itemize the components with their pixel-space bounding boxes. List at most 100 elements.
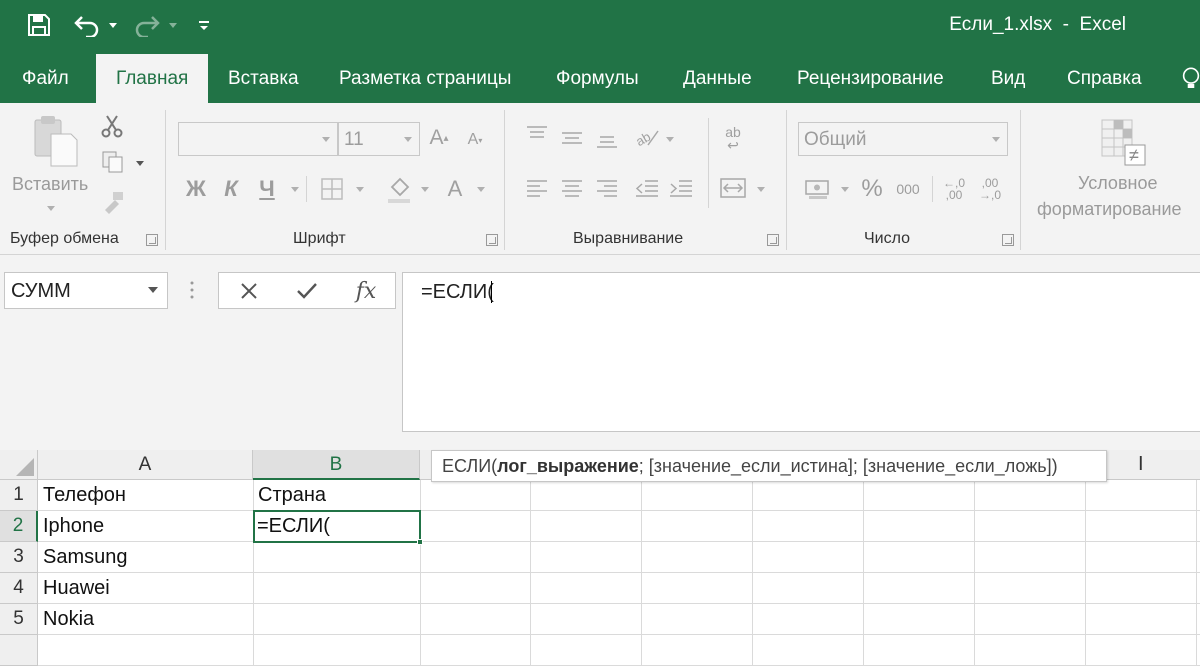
save-icon[interactable] — [22, 10, 56, 40]
align-top-icon — [524, 122, 550, 144]
active-cell-b2[interactable]: =ЕСЛИ( — [253, 510, 421, 543]
row-header-4[interactable]: 4 — [0, 573, 38, 604]
borders-dropdown-icon — [356, 187, 364, 192]
font-launcher-icon[interactable] — [486, 234, 498, 246]
orientation-icon: ab — [632, 124, 662, 150]
group-divider — [504, 110, 505, 250]
alignment-divider — [708, 118, 709, 208]
row-header-1[interactable]: 1 — [0, 480, 38, 511]
font-divider — [306, 176, 307, 202]
underline-dropdown-icon — [291, 187, 299, 192]
alignment-launcher-icon[interactable] — [767, 234, 779, 246]
tab-file[interactable]: Файл — [22, 54, 69, 103]
cell-a4[interactable]: Huawei — [43, 577, 110, 600]
text-caret — [491, 281, 492, 303]
tab-view[interactable]: Вид — [991, 54, 1025, 103]
grid-line — [641, 480, 642, 666]
orientation-dropdown-icon — [666, 137, 674, 142]
column-header-b[interactable]: B — [253, 450, 420, 480]
redo-icon — [130, 10, 164, 40]
column-header-a[interactable]: A — [38, 450, 253, 480]
tooltip-current-arg[interactable]: лог_выражение — [497, 456, 639, 476]
column-header-i[interactable]: I — [1138, 453, 1144, 476]
tooltip-remaining-args: ; [значение_если_истина]; [значение_если… — [638, 456, 1058, 476]
enter-checkmark-icon[interactable] — [292, 278, 322, 304]
tab-review[interactable]: Рецензирование — [797, 54, 944, 103]
cell-b1[interactable]: Страна — [258, 484, 326, 507]
font-group-label: Шрифт — [293, 230, 346, 247]
decrease-decimal-button: ,00 →,0 — [978, 176, 1001, 202]
cell-a2[interactable]: Iphone — [43, 515, 104, 538]
grid-line — [253, 480, 254, 666]
svg-text:ab: ab — [634, 129, 653, 149]
clipboard-launcher-icon[interactable] — [146, 234, 158, 246]
formula-input[interactable]: =ЕСЛИ( — [402, 272, 1200, 432]
lightbulb-icon[interactable] — [1182, 62, 1200, 96]
currency-dropdown-icon — [841, 187, 849, 192]
insert-function-button[interactable]: fx — [350, 276, 382, 306]
undo-icon[interactable] — [70, 10, 104, 40]
tab-data[interactable]: Данные — [683, 54, 752, 103]
undo-dropdown-icon[interactable] — [106, 10, 120, 40]
percent-button: % — [861, 175, 883, 202]
number-group-label: Число — [864, 230, 911, 247]
fill-color-icon — [384, 174, 414, 204]
formula-text: =ЕСЛИ( — [421, 281, 494, 303]
customize-toolbar-icon[interactable] — [194, 10, 214, 40]
tab-page-layout[interactable]: Разметка страницы — [339, 54, 511, 103]
align-middle-icon — [559, 126, 585, 148]
grid-line — [38, 541, 1200, 542]
paste-dropdown-icon — [47, 206, 55, 211]
increase-indent-icon — [667, 176, 695, 200]
number-launcher-icon[interactable] — [1002, 234, 1014, 246]
font-size-value: 11 — [344, 129, 364, 150]
cell-a1[interactable]: Телефон — [43, 484, 126, 507]
align-left-icon — [524, 176, 550, 200]
grid-line — [530, 480, 531, 666]
merge-center-icon — [718, 176, 748, 200]
group-divider — [165, 110, 166, 250]
tab-insert[interactable]: Вставка — [228, 54, 299, 103]
bold-button: Ж — [186, 176, 206, 201]
cell-a5[interactable]: Nokia — [43, 608, 94, 631]
increase-decimal-button: ←,0 ,00 — [942, 176, 965, 202]
number-format-combo: Общий — [798, 122, 1008, 156]
format-painter-icon — [98, 188, 128, 216]
cancel-entry-icon[interactable] — [234, 278, 264, 304]
group-divider — [1020, 110, 1021, 250]
increase-font-icon: A ▴ — [429, 126, 449, 149]
function-tooltip: ЕСЛИ(лог_выражение; [значение_если_истин… — [431, 450, 1107, 482]
tab-formulas[interactable]: Формулы — [556, 54, 639, 103]
grid-line — [38, 634, 1200, 635]
tooltip-function[interactable]: ЕСЛИ( — [442, 456, 497, 476]
paste-icon — [26, 113, 82, 169]
window-title: Если_1.xlsx - Excel — [949, 14, 1126, 35]
tab-home[interactable]: Главная — [96, 54, 209, 103]
copy-dropdown-icon[interactable] — [136, 161, 144, 166]
row-header-2[interactable]: 2 — [0, 511, 38, 542]
fill-handle[interactable] — [417, 539, 423, 545]
row-header-6[interactable] — [0, 635, 38, 666]
font-color-button: А — [447, 176, 463, 201]
number-format-value: Общий — [804, 129, 867, 150]
cell-a3[interactable]: Samsung — [43, 546, 128, 569]
grid-line — [38, 603, 1200, 604]
paste-button-label[interactable]: Вставить — [12, 174, 88, 195]
alignment-group-label: Выравнивание — [573, 230, 684, 247]
conditional-formatting-label-1: Условное — [1078, 173, 1158, 193]
formula-bar-grip-icon[interactable] — [186, 278, 198, 302]
conditional-formatting-label-2: форматирование — [1037, 199, 1182, 219]
merge-dropdown-icon — [757, 187, 765, 192]
select-all-button[interactable] — [0, 450, 38, 480]
row-header-3[interactable]: 3 — [0, 542, 38, 573]
row-header-5[interactable]: 5 — [0, 604, 38, 635]
fill-color-dropdown-icon — [421, 187, 429, 192]
copy-icon[interactable] — [98, 148, 128, 176]
name-box[interactable]: СУММ — [4, 272, 168, 309]
number-divider — [932, 176, 933, 202]
align-bottom-icon — [594, 130, 620, 152]
svg-text:≠: ≠ — [1129, 145, 1139, 165]
tab-help[interactable]: Справка — [1067, 54, 1142, 103]
name-box-dropdown-icon[interactable] — [148, 287, 158, 293]
cut-icon[interactable] — [98, 113, 126, 139]
